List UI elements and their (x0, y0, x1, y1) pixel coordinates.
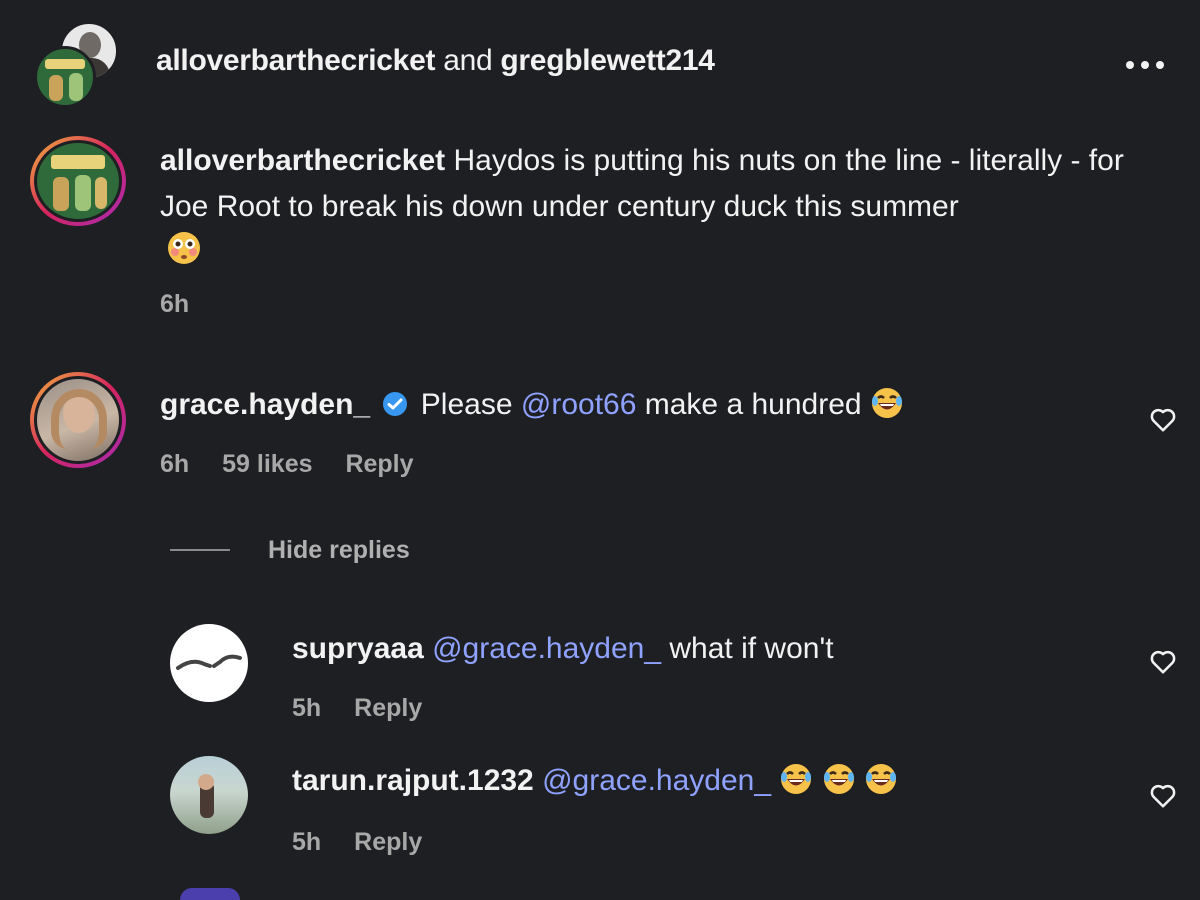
comment-avatar[interactable] (30, 372, 126, 468)
reply-meta: 5h Reply (292, 694, 448, 723)
caption-time: 6h (160, 290, 190, 318)
comment-text-before: Please (420, 388, 513, 421)
header-title: alloverbarthecricket and gregblewett214 (156, 44, 715, 78)
comment-time: 6h (160, 450, 190, 478)
laughing-face-icon (864, 762, 898, 796)
comment-username[interactable]: grace.hayden_ (160, 388, 370, 421)
header-avatars[interactable] (34, 22, 120, 110)
reply-time: 5h (292, 828, 322, 856)
heart-icon[interactable] (1148, 780, 1178, 815)
heart-icon[interactable] (1148, 646, 1178, 681)
hide-replies-line (170, 549, 230, 551)
reply-mention[interactable]: @grace.hayden_ (542, 764, 771, 797)
header-user1[interactable]: alloverbarthecricket (156, 44, 435, 77)
comment-reply-button[interactable]: Reply (345, 450, 413, 478)
reply-avatar[interactable] (170, 756, 248, 834)
comment-likes[interactable]: 59 likes (222, 450, 312, 478)
comment-mention[interactable]: @root66 (521, 388, 637, 421)
caption-avatar[interactable] (30, 136, 126, 226)
reply-time: 5h (292, 694, 322, 722)
caption-username[interactable]: alloverbarthecricket (160, 144, 445, 177)
reply-reply-button[interactable]: Reply (354, 828, 422, 856)
heart-icon[interactable] (1148, 404, 1178, 439)
reply-username[interactable]: tarun.rajput.1232 (292, 764, 534, 797)
reply-text: supryaaa @grace.hayden_ what if won't (292, 626, 834, 672)
verified-badge-icon (382, 385, 408, 416)
laughing-face-icon (870, 386, 904, 420)
flushed-face-icon (166, 230, 202, 266)
reply-username[interactable]: supryaaa (292, 632, 424, 665)
comment-text: grace.hayden_ Please @root66 make a hund… (160, 382, 1120, 428)
laughing-face-icon (822, 762, 856, 796)
reply-body: what if won't (669, 632, 834, 665)
reply-avatar[interactable] (170, 624, 248, 702)
caption-text: alloverbarthecricket Haydos is putting h… (160, 138, 1180, 230)
reply-meta: 5h Reply (292, 828, 448, 857)
avatar-front (34, 46, 96, 108)
comment-meta: 6h 59 likes Reply (160, 450, 440, 479)
next-comment-partial (180, 888, 240, 900)
laughing-face-icon (779, 762, 813, 796)
header-conj: and (443, 44, 493, 77)
reply-reply-button[interactable]: Reply (354, 694, 422, 722)
reply-mention[interactable]: @grace.hayden_ (432, 632, 661, 665)
comment-text-after: make a hundred (644, 388, 862, 421)
hide-replies-button[interactable]: Hide replies (268, 536, 410, 565)
ellipsis-icon[interactable] (1124, 58, 1166, 70)
header-user2[interactable]: gregblewett214 (500, 44, 715, 77)
reply-text: tarun.rajput.1232 @grace.hayden_ (292, 758, 898, 804)
